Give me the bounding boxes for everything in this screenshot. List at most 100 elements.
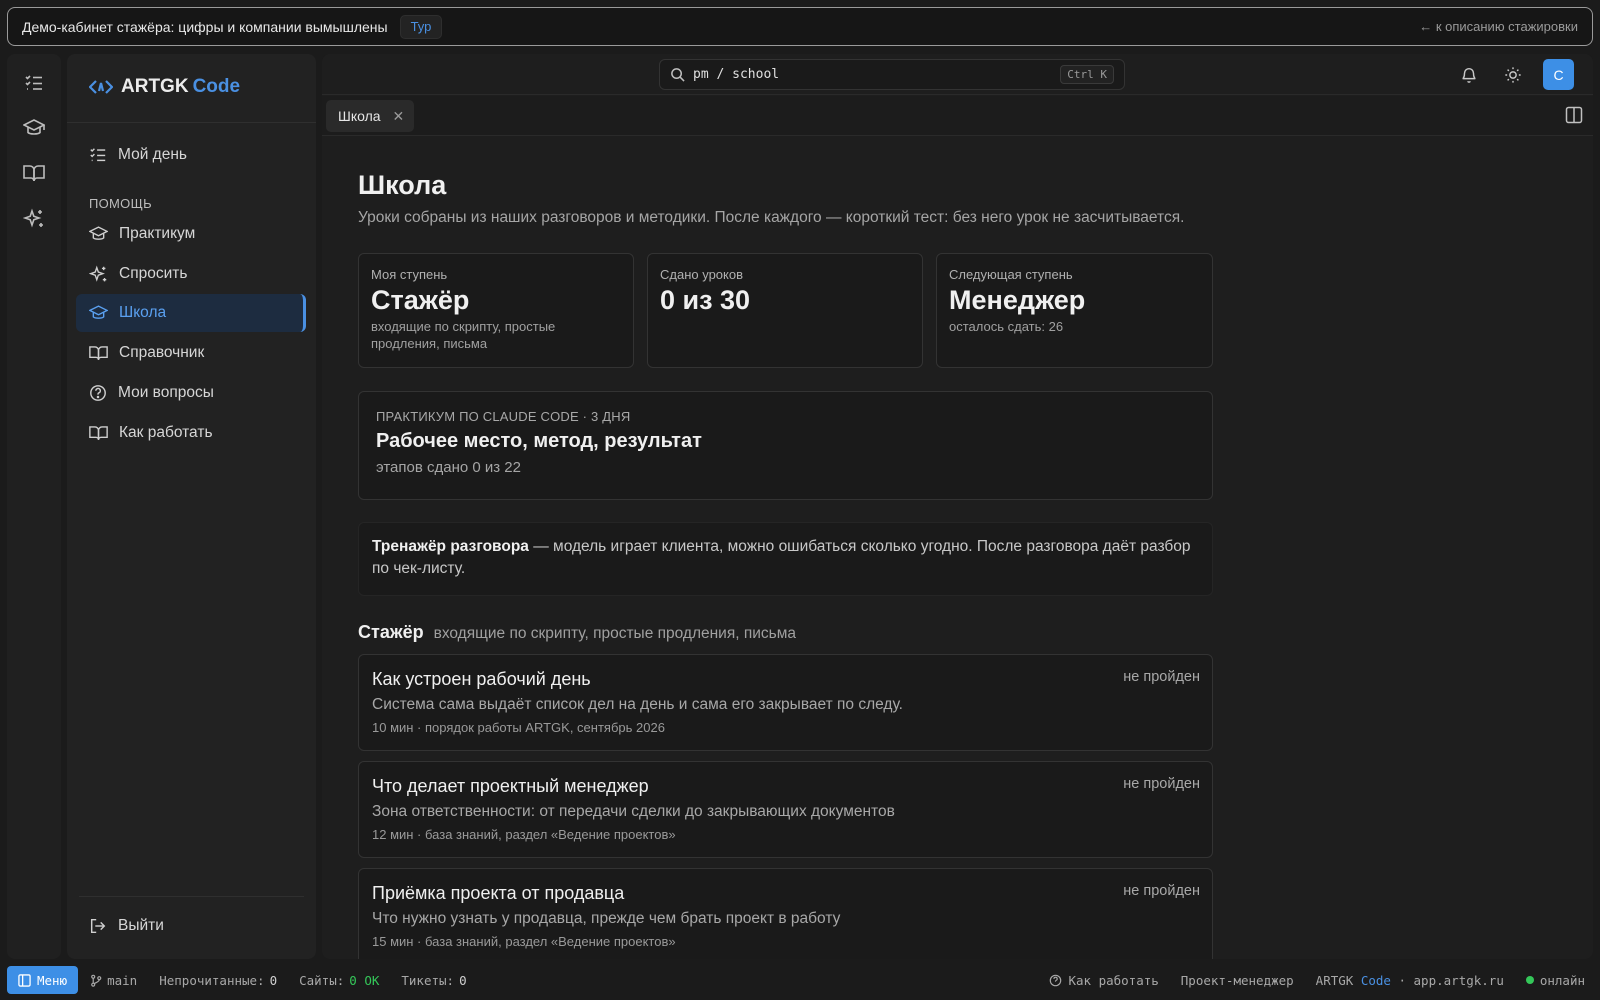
online-status: онлайн bbox=[1525, 972, 1585, 988]
back-to-description-link[interactable]: ← к описанию стажировки bbox=[1419, 19, 1578, 34]
online-label: онлайн bbox=[1539, 972, 1585, 988]
close-icon[interactable]: ✕ bbox=[393, 108, 405, 125]
tab-label: Школа bbox=[338, 108, 381, 124]
stat-note: осталось сдать: 26 bbox=[949, 319, 1064, 334]
unread-label: Непрочитанные: bbox=[159, 972, 265, 988]
logo-text-code: Code bbox=[192, 76, 241, 97]
book-icon[interactable] bbox=[21, 160, 47, 186]
question-icon bbox=[90, 385, 106, 401]
sidebar-panel-icon bbox=[18, 973, 31, 987]
practicum-card[interactable]: ПРАКТИКУМ ПО CLAUDE CODE · 3 ДНЯ Рабочее… bbox=[358, 391, 1213, 500]
sidebar-item-ask[interactable]: Спросить bbox=[76, 255, 306, 293]
lesson-title: Приёмка проекта от продавца bbox=[372, 883, 625, 903]
logout-icon bbox=[90, 918, 106, 934]
book-icon bbox=[89, 346, 108, 361]
split-view-icon[interactable] bbox=[1565, 106, 1583, 124]
sidebar-item-label: Практикум bbox=[119, 225, 196, 242]
demo-banner: Демо-кабинет стажёра: цифры и компании в… bbox=[7, 7, 1593, 46]
demo-banner-text: Демо-кабинет стажёра: цифры и компании в… bbox=[22, 18, 388, 35]
stat-value: Менеджер bbox=[949, 285, 1086, 315]
trainer-card[interactable]: Тренажёр разговора — модель играет клиен… bbox=[358, 522, 1213, 596]
graduation-cap-icon bbox=[89, 226, 108, 240]
sidebar-item-reference[interactable]: Справочник bbox=[76, 334, 306, 372]
role-label: Проект-менеджер bbox=[1180, 972, 1294, 988]
practicum-progress: этапов сдано 0 из 22 bbox=[376, 459, 521, 476]
lesson-card[interactable]: Приёмка проекта от продавца Что нужно уз… bbox=[358, 868, 1213, 959]
status-bar-right: Как работать Проект-менеджер ARTGK Code … bbox=[1049, 973, 1593, 988]
menu-button[interactable]: Меню bbox=[7, 966, 79, 994]
tab-bar: Школа ✕ bbox=[322, 96, 1593, 136]
practicum-title: Рабочее место, метод, результат bbox=[376, 430, 702, 452]
top-bar: pm / school Ctrl K С bbox=[322, 54, 1593, 95]
trainer-text: Тренажёр разговора — модель играет клиен… bbox=[372, 536, 1199, 580]
question-icon bbox=[1050, 974, 1062, 986]
checklist-icon bbox=[90, 148, 106, 162]
search-icon bbox=[671, 68, 685, 82]
logout-button[interactable]: Выйти bbox=[76, 907, 306, 945]
menu-label: Меню bbox=[37, 972, 68, 988]
unread-value: 0 bbox=[269, 972, 278, 988]
lesson-title: Как устроен рабочий день bbox=[372, 669, 591, 689]
sites-value: 0 OK bbox=[349, 972, 380, 988]
tab-school[interactable]: Школа ✕ bbox=[326, 100, 415, 132]
sidebar-item-my-questions[interactable]: Мои вопросы bbox=[76, 374, 306, 412]
status-bar: Меню main Непрочитанные: 0 Сайты: 0 OK Т… bbox=[7, 966, 1593, 994]
how-to-work-link[interactable]: Как работать bbox=[1049, 972, 1159, 988]
book-icon bbox=[89, 426, 108, 441]
sparkles-icon bbox=[89, 264, 107, 282]
avatar[interactable]: С bbox=[1543, 59, 1574, 90]
sidebar-item-practicum[interactable]: Практикум bbox=[76, 215, 306, 253]
tickets-counter[interactable]: Тикеты: 0 bbox=[401, 973, 466, 988]
sidebar-divider bbox=[67, 122, 316, 123]
tickets-value: 0 bbox=[459, 972, 467, 988]
stat-value: 0 из 30 bbox=[660, 285, 751, 315]
search-query: pm / school bbox=[693, 67, 780, 82]
unread-counter[interactable]: Непрочитанные: 0 bbox=[159, 973, 277, 988]
sidebar-item-how-to-work[interactable]: Как работать bbox=[76, 414, 306, 452]
sparkles-icon[interactable] bbox=[21, 206, 47, 232]
lesson-description: Зона ответственности: от передачи сделки… bbox=[372, 803, 895, 820]
sidebar-item-label: Спросить bbox=[119, 265, 188, 282]
stat-value: Стажёр bbox=[371, 285, 470, 315]
domain-text: · app.artgk.ru bbox=[1398, 972, 1504, 988]
tour-button[interactable]: Тур bbox=[399, 14, 443, 39]
sidebar-item-my-day[interactable]: Мой день bbox=[76, 136, 306, 174]
bell-icon[interactable] bbox=[1457, 63, 1481, 87]
how-to-work-label: Как работать bbox=[1068, 972, 1159, 988]
logo[interactable]: ARTGK Code bbox=[89, 76, 240, 98]
stat-card-lessons-done: Сдано уроков 0 из 30 bbox=[647, 253, 923, 368]
trainer-title: Тренажёр разговора bbox=[372, 538, 529, 555]
branch-indicator[interactable]: main bbox=[90, 973, 137, 988]
stat-label: Моя ступень bbox=[371, 267, 448, 282]
logo-text-artgk: ARTGK bbox=[121, 76, 189, 97]
level-title: Стажёр bbox=[358, 622, 424, 642]
search-input[interactable]: pm / school Ctrl K bbox=[659, 59, 1125, 90]
sidebar: ARTGK Code Мой день ПОМОЩЬ Практикум Спр… bbox=[67, 54, 316, 959]
lesson-status: не пройден bbox=[1123, 669, 1200, 685]
checklist-icon[interactable] bbox=[21, 70, 47, 96]
level-description: входящие по скрипту, простые продления, … bbox=[433, 625, 796, 642]
lesson-card[interactable]: Как устроен рабочий день Система сама вы… bbox=[358, 654, 1213, 751]
lesson-meta: 12 мин · база знаний, раздел «Ведение пр… bbox=[372, 827, 676, 842]
sites-counter[interactable]: Сайты: 0 OK bbox=[299, 973, 379, 988]
sidebar-item-school[interactable]: Школа bbox=[76, 294, 306, 332]
sidebar-section-help: ПОМОЩЬ bbox=[89, 196, 152, 211]
tickets-label: Тикеты: bbox=[401, 972, 455, 988]
lesson-status: не пройден bbox=[1123, 883, 1200, 899]
graduation-cap-icon[interactable] bbox=[21, 115, 47, 141]
lesson-card[interactable]: Что делает проектный менеджер Зона ответ… bbox=[358, 761, 1213, 858]
code-brackets-icon bbox=[89, 78, 113, 96]
graduation-cap-icon bbox=[89, 305, 108, 319]
level-heading: Стажёр входящие по скрипту, простые прод… bbox=[358, 622, 796, 643]
lesson-meta: 15 мин · база знаний, раздел «Ведение пр… bbox=[372, 934, 676, 949]
sidebar-item-label: Мой день bbox=[118, 146, 187, 163]
lesson-description: Что нужно узнать у продавца, прежде чем … bbox=[372, 910, 841, 927]
online-dot-icon bbox=[1525, 976, 1534, 984]
stat-label: Сдано уроков bbox=[660, 267, 744, 282]
lesson-status: не пройден bbox=[1123, 776, 1200, 792]
page-title: Школа bbox=[358, 170, 447, 200]
sun-icon[interactable] bbox=[1501, 63, 1525, 87]
stat-card-my-level: Моя ступень Стажёр входящие по скрипту, … bbox=[358, 253, 634, 368]
sidebar-item-label: Школа bbox=[119, 304, 167, 321]
main-panel: pm / school Ctrl K С Школа ✕ Школа Уроки… bbox=[322, 54, 1593, 959]
